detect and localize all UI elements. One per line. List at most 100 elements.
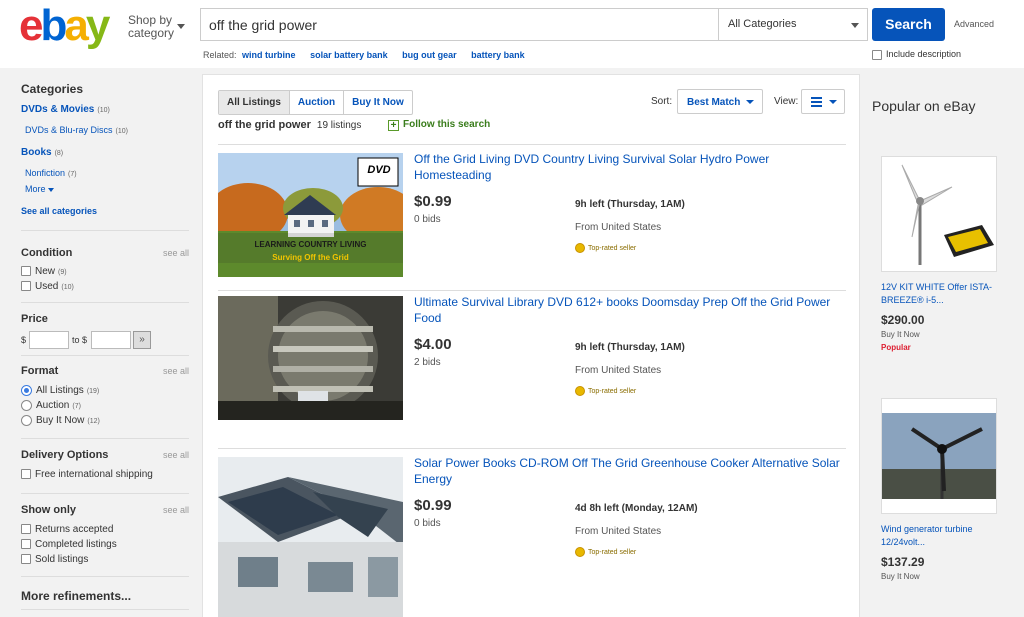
- listing-origin: From United States: [575, 526, 662, 537]
- checkbox[interactable]: [21, 281, 31, 292]
- see-all-link[interactable]: see all: [163, 366, 189, 376]
- follow-search-link[interactable]: + Follow this search: [388, 119, 490, 131]
- see-all-categories-link[interactable]: See all categories: [21, 206, 97, 216]
- chevron-down-icon[interactable]: [177, 24, 185, 29]
- see-all-link[interactable]: see all: [163, 450, 189, 460]
- listing-thumbnail[interactable]: DVD LEARNING COUNTRY LIVING Surving Off …: [218, 153, 403, 277]
- results-panel: All Listings Auction Buy It Now off the …: [202, 74, 860, 617]
- search-input[interactable]: [201, 9, 718, 40]
- listing-thumbnail[interactable]: [218, 457, 403, 617]
- sort-label: Sort:: [651, 96, 673, 107]
- shop-by-category-button[interactable]: Shop by category: [128, 14, 174, 40]
- checkbox[interactable]: [21, 554, 31, 565]
- category-link[interactable]: Nonfiction (7): [25, 168, 77, 179]
- popular-card-price: $290.00: [881, 313, 925, 327]
- top-rated-seller-badge: Top-rated seller: [575, 386, 636, 396]
- radio-button[interactable]: [21, 400, 32, 411]
- delivery-option[interactable]: Free international shipping: [21, 469, 153, 480]
- category-select[interactable]: All Categories: [718, 9, 867, 40]
- tab-auction[interactable]: Auction: [290, 91, 345, 114]
- tab-buy-it-now[interactable]: Buy It Now: [344, 91, 412, 114]
- include-description-option[interactable]: Include description: [872, 49, 961, 60]
- more-refinements-link[interactable]: More refinements...: [21, 589, 131, 603]
- seller-label: Top-rated seller: [588, 244, 637, 252]
- show-only-option[interactable]: Completed listings: [21, 539, 117, 550]
- listing-price: $0.99: [414, 193, 452, 210]
- popular-card[interactable]: 12V KIT WHITE Offer ISTA-BREEZE® i-5... …: [881, 156, 997, 352]
- format-option[interactable]: Buy It Now (12): [21, 415, 100, 426]
- popular-card-title[interactable]: Wind generator turbine 12/24volt...: [881, 523, 997, 549]
- checkbox[interactable]: [21, 266, 31, 277]
- popular-card[interactable]: Wind generator turbine 12/24volt... $137…: [881, 398, 997, 581]
- category-count: (8): [54, 150, 64, 157]
- listing-origin: From United States: [575, 365, 662, 376]
- advanced-search-link[interactable]: Advanced: [954, 19, 994, 29]
- option-label: Free international shipping: [35, 469, 153, 480]
- wind-generator-image: [882, 399, 996, 513]
- chevron-down-icon: [851, 23, 859, 28]
- sort-dropdown[interactable]: Best Match: [677, 89, 763, 114]
- sort-value: Best Match: [687, 97, 741, 108]
- listing-time-left: 9h left (Thursday, 1AM): [575, 342, 685, 353]
- checkbox[interactable]: [21, 469, 31, 480]
- condition-option[interactable]: Used (10): [21, 281, 74, 292]
- related-link[interactable]: solar battery bank: [310, 50, 388, 60]
- checkbox[interactable]: [21, 539, 31, 550]
- listing-time-left: 4d 8h left (Monday, 12AM): [575, 503, 698, 514]
- more-categories-link[interactable]: More: [25, 184, 55, 194]
- price-min-input[interactable]: [29, 331, 69, 349]
- category-link[interactable]: Books (8): [21, 147, 63, 158]
- view-label: View:: [774, 96, 799, 107]
- radio-button[interactable]: [21, 385, 32, 396]
- divider: [21, 493, 189, 494]
- related-link[interactable]: bug out gear: [402, 50, 457, 60]
- listing-title-link[interactable]: Off the Grid Living DVD Country Living S…: [414, 151, 844, 183]
- divider: [21, 438, 189, 439]
- chevron-down-icon: [829, 100, 837, 104]
- checkbox[interactable]: [21, 524, 31, 535]
- format-option[interactable]: Auction (7): [21, 400, 81, 411]
- ebay-logo[interactable]: ebay: [19, 1, 111, 51]
- see-all-link[interactable]: see all: [163, 505, 189, 515]
- see-all-link[interactable]: see all: [163, 248, 189, 258]
- shop-by-line2: category: [128, 26, 175, 40]
- related-link[interactable]: battery bank: [471, 50, 525, 60]
- divider: [21, 609, 189, 610]
- popular-tag: Popular: [881, 343, 911, 352]
- logo-letter: e: [19, 1, 44, 50]
- logo-letter: y: [85, 1, 111, 50]
- tab-all-listings[interactable]: All Listings: [219, 91, 290, 114]
- popular-card-image[interactable]: [881, 156, 997, 272]
- popular-card-image[interactable]: [881, 398, 997, 514]
- result-summary: off the grid power 19 listings: [218, 119, 361, 131]
- logo-letter: b: [40, 1, 67, 50]
- category-link[interactable]: DVDs & Movies (10): [21, 104, 110, 115]
- show-only-option[interactable]: Sold listings: [21, 554, 88, 565]
- plus-icon: +: [388, 120, 399, 131]
- thumb-caption: Surving Off the Grid: [272, 253, 349, 262]
- listing-count: 19 listings: [316, 120, 362, 131]
- waterwheel-image: [218, 296, 403, 420]
- include-description-checkbox[interactable]: [872, 49, 882, 60]
- related-link[interactable]: wind turbine: [242, 50, 296, 60]
- listing-thumbnail[interactable]: [218, 296, 403, 420]
- include-description-label: Include description: [886, 49, 962, 59]
- popular-heading: Popular on eBay: [872, 98, 976, 114]
- price-submit-icon[interactable]: »: [133, 331, 151, 349]
- listing-item: DVD LEARNING COUNTRY LIVING Surving Off …: [218, 145, 846, 290]
- listing-title-link[interactable]: Ultimate Survival Library DVD 612+ books…: [414, 294, 844, 326]
- top-rated-seller-badge: Top-rated seller: [575, 547, 636, 557]
- popular-card-title[interactable]: 12V KIT WHITE Offer ISTA-BREEZE® i-5...: [881, 281, 997, 307]
- listing-title-link[interactable]: Solar Power Books CD-ROM Off The Grid Gr…: [414, 455, 844, 487]
- search-button[interactable]: Search: [872, 8, 945, 41]
- option-count: (19): [86, 388, 100, 396]
- listing-bids: 0 bids: [414, 518, 441, 529]
- category-link[interactable]: DVDs & Blu-ray Discs (10): [25, 125, 128, 136]
- show-only-option[interactable]: Returns accepted: [21, 524, 113, 535]
- view-dropdown[interactable]: [801, 89, 845, 114]
- price-max-input[interactable]: [91, 331, 131, 349]
- radio-button[interactable]: [21, 415, 32, 426]
- option-count: (7): [72, 403, 81, 411]
- format-option[interactable]: All Listings (19): [21, 385, 99, 396]
- condition-option[interactable]: New (9): [21, 266, 67, 277]
